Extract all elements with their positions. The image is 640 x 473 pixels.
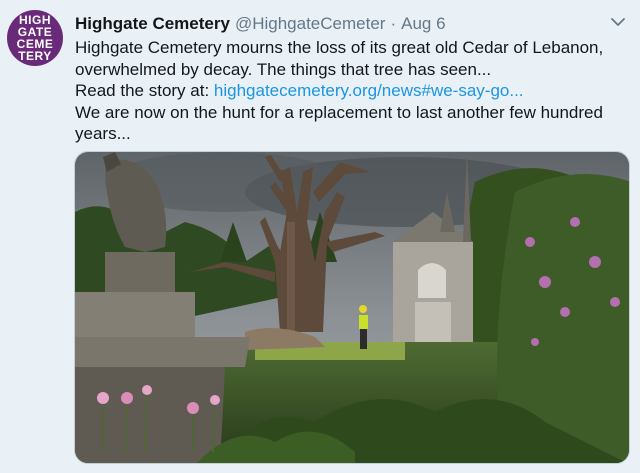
tweet: HIGH GATE CEME TERY Highgate Cemetery @H… [0, 0, 640, 473]
tweet-text-line-2: Read the story at: highgatecemetery.org/… [75, 80, 630, 102]
story-prefix: Read the story at: [75, 81, 214, 100]
cemetery-photo [75, 152, 629, 463]
chevron-down-icon[interactable] [608, 12, 628, 32]
display-name[interactable]: Highgate Cemetery [75, 14, 230, 34]
tweet-text-line-3: We are now on the hunt for a replacement… [75, 102, 603, 144]
tweet-date[interactable]: Aug 6 [401, 14, 445, 34]
story-link[interactable]: highgatecemetery.org/news#we-say-go... [214, 81, 524, 100]
avatar[interactable]: HIGH GATE CEME TERY [7, 10, 63, 66]
tweet-text-line-1: Highgate Cemetery mourns the loss of its… [75, 38, 604, 79]
tweet-header: Highgate Cemetery @HighgateCemeter · Aug… [75, 14, 446, 34]
tweet-text: Highgate Cemetery mourns the loss of its… [75, 37, 630, 145]
user-handle[interactable]: @HighgateCemeter [235, 14, 386, 34]
avatar-line-4: TERY [18, 49, 52, 63]
tweet-photo[interactable] [74, 151, 630, 464]
separator-dot: · [390, 14, 397, 33]
